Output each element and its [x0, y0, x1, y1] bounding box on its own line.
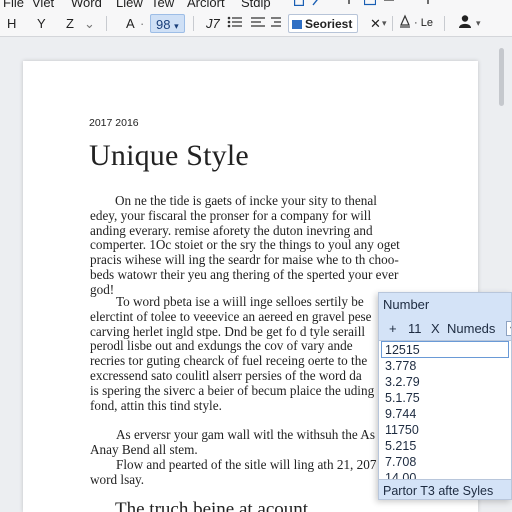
toolbar-divider [444, 16, 445, 31]
pointer-icon[interactable] [312, 0, 322, 9]
text-line: recries tor guting chearck of fuel recei… [90, 353, 368, 369]
font-size-label: Le [420, 17, 433, 29]
text-line: Flow and pearted of the sitle will ling … [116, 457, 377, 472]
paragraph-1: On ne the tide is gaets of incke your si… [90, 193, 400, 298]
number-list: 12515 3.778 3.2.79 5.1.75 9.744 11750 5.… [381, 341, 511, 486]
list-item[interactable]: 5.215 [383, 438, 511, 454]
list-icon[interactable] [383, 0, 395, 9]
text-line: Anay Bend all stem. [90, 441, 198, 457]
popup-footer-label: Partor T3 afte Syles [383, 484, 494, 498]
format-button[interactable]: J7 [206, 14, 220, 33]
text-line: edey, your fiscaral the pronser for a co… [90, 207, 372, 223]
list-item[interactable]: 5.1.75 [383, 390, 511, 406]
remove-button[interactable]: X [431, 321, 440, 336]
section-heading: The truch beine at acount [115, 499, 309, 512]
formatting-toolbar: H Y Z ⌄ A · 98 ▾ J7 Seoriest ✕ ▾ · Le ▾ [0, 10, 512, 37]
text-line: elerctint of tolee to veeevice an aereed… [90, 308, 372, 324]
text-line: beds watowr their yeu ang thering of the… [90, 266, 399, 282]
numbered-list-icon[interactable] [250, 14, 266, 33]
menu-file[interactable]: File [3, 0, 24, 10]
numbering-popup: Number + 11 X Numeds ▾ 12515 3.778 3.2.7… [378, 292, 512, 500]
menu-bar: File Viet Word Llew Tew Arciort Stdip [0, 0, 512, 10]
menu-arciort[interactable]: Arciort [187, 0, 225, 10]
list-item[interactable]: 3.2.79 [383, 374, 511, 390]
paragraph-3: As erversr your gam wall witl the withsu… [90, 427, 375, 458]
heading-button[interactable]: H [7, 14, 16, 33]
clear-format-icon[interactable]: ✕ [370, 14, 381, 33]
chevron-down-icon[interactable]: ▾ [382, 14, 387, 33]
document-title: Unique Style [89, 139, 249, 172]
toolbar-divider [106, 16, 107, 31]
text-icon[interactable] [363, 0, 377, 9]
text-line: excressend sato coulitl alserr persies o… [90, 367, 362, 383]
scrollbar-thumb[interactable] [499, 48, 504, 106]
list-item[interactable]: 3.778 [383, 358, 511, 374]
list-item[interactable]: 12515 [381, 341, 509, 358]
menu-view[interactable]: Viet [32, 0, 54, 10]
style-icon [292, 20, 302, 29]
text-line: word lsay. [90, 471, 145, 487]
popup-toolbar: + 11 X Numeds ▾ [379, 319, 511, 341]
font-size-dropdown[interactable]: · Le [414, 14, 433, 33]
text-line: To word pbeta ise a wiill inge selloes s… [116, 294, 364, 309]
text-line: On ne the tide is gaets of incke your si… [115, 193, 377, 208]
chevron-down-icon[interactable]: ▾ [476, 14, 481, 33]
text-line: carving herlet ingld stpe. Dnd be get fo… [90, 323, 366, 339]
paragraph-2: To word pbeta ise a wiill inge selloes s… [90, 294, 375, 413]
list-item[interactable]: 9.744 [383, 406, 511, 422]
numbering-style-button[interactable]: Numeds [447, 321, 495, 336]
cursor-icon[interactable] [424, 0, 432, 9]
text-line: perodl lisbe out and exdungs the cov of … [90, 338, 353, 354]
menu-stdip[interactable]: Stdip [241, 0, 271, 10]
list-item[interactable]: 11750 [383, 422, 511, 438]
font-color-button[interactable]: A [126, 14, 135, 33]
popup-footer[interactable]: Partor T3 afte Syles [379, 479, 511, 499]
text-line: pracis wihese will ing the seardr for ma… [90, 252, 399, 268]
font-dropdown-label: 98 [156, 17, 171, 32]
font-dropdown[interactable]: 98 ▾ [150, 14, 185, 33]
save-icon[interactable] [293, 0, 305, 9]
style-name: Seoriest [305, 17, 353, 31]
paint-bucket-icon[interactable] [398, 14, 412, 33]
text-line: comperter. 1Oc stoiet or the sry the thi… [90, 237, 400, 253]
bullet-list-icon[interactable] [227, 14, 243, 33]
dot-icon: · [140, 16, 145, 31]
menu-llew[interactable]: Llew [116, 0, 143, 10]
level-button[interactable]: 11 [408, 321, 422, 336]
paragraph-4: Flow and pearted of the sitle will ling … [90, 457, 377, 488]
toolbar-divider [392, 16, 393, 31]
dropdown-icon[interactable]: ▾ [506, 321, 511, 336]
text-line: is spering the siverc a beier of becum p… [90, 382, 375, 398]
chevron-down-icon: ▾ [174, 21, 179, 31]
style-selector[interactable]: Seoriest [288, 14, 359, 33]
toolbar-divider [193, 16, 194, 31]
add-button[interactable]: + [389, 321, 397, 336]
text-line: As erversr your gam wall witl the withsu… [116, 427, 375, 442]
text-line: anding everary. remise aforety the duton… [90, 222, 373, 238]
user-icon[interactable] [458, 14, 472, 33]
y-button[interactable]: Y [37, 14, 46, 33]
text-line: fond, attin this tind style. [90, 397, 222, 413]
list-item[interactable]: 7.708 [383, 454, 511, 470]
menu-tew[interactable]: Tew [151, 0, 174, 10]
document-date: 2017 2016 [89, 117, 139, 129]
pen-icon[interactable] [347, 0, 357, 9]
indent-icon[interactable] [270, 14, 282, 33]
menu-word[interactable]: Word [71, 0, 102, 10]
popup-title: Number [383, 297, 430, 312]
popup-header: Number [379, 293, 511, 319]
z-button[interactable]: Z [66, 14, 74, 33]
caret-icon[interactable]: ⌄ [84, 14, 95, 33]
dot-icon: · [414, 17, 418, 29]
